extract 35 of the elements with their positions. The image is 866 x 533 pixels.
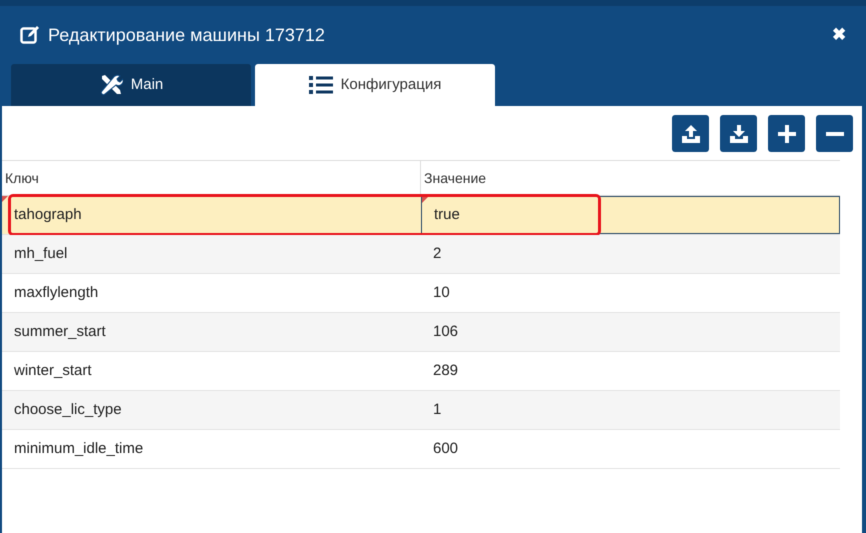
upload-button[interactable] (672, 115, 709, 152)
table-cell-text: 600 (432, 438, 460, 459)
table-cell: tahograph (2, 196, 421, 234)
table-cell-text: 2 (432, 244, 442, 264)
column-header[interactable]: Значение (421, 161, 840, 195)
download-button[interactable] (720, 115, 757, 152)
table-row[interactable]: mh_fuel 2 (2, 235, 840, 274)
table-row[interactable]: summer_start 106 (2, 313, 840, 352)
table-cell-text: 1 (432, 400, 442, 420)
list-icon (308, 75, 333, 95)
table-cell-text: choose_lic_type (13, 400, 123, 420)
upload-icon (680, 124, 700, 144)
table-cell: true (421, 196, 840, 234)
remove-button[interactable] (816, 115, 853, 152)
table-row[interactable]: tahograph true (2, 196, 840, 235)
window-title: Редактирование машины 173712 (48, 24, 325, 47)
table-cell-text: 106 (432, 322, 460, 342)
table-cell-text: summer_start (13, 322, 107, 342)
table-cell-text: minimum_idle_time (13, 438, 144, 459)
download-icon (728, 124, 748, 144)
table-cell-text: winter_start (13, 360, 93, 381)
table-cell-text: mh_fuel (13, 244, 68, 264)
table-cell-text: maxflylength (13, 282, 100, 303)
tools-icon (98, 73, 123, 97)
table-row[interactable]: choose_lic_type 1 (2, 391, 840, 430)
minus-icon (826, 132, 844, 136)
column-header[interactable]: Ключ (2, 161, 421, 195)
tab[interactable]: Main (11, 64, 251, 106)
edit-icon (20, 25, 40, 45)
add-button[interactable] (768, 115, 805, 152)
table-cell-text: 10 (432, 282, 451, 303)
close-button[interactable]: ✖ (832, 22, 846, 48)
tab[interactable]: Конфигурация (255, 64, 495, 106)
table-cell-text: 289 (432, 360, 460, 381)
plus-icon (778, 124, 796, 142)
